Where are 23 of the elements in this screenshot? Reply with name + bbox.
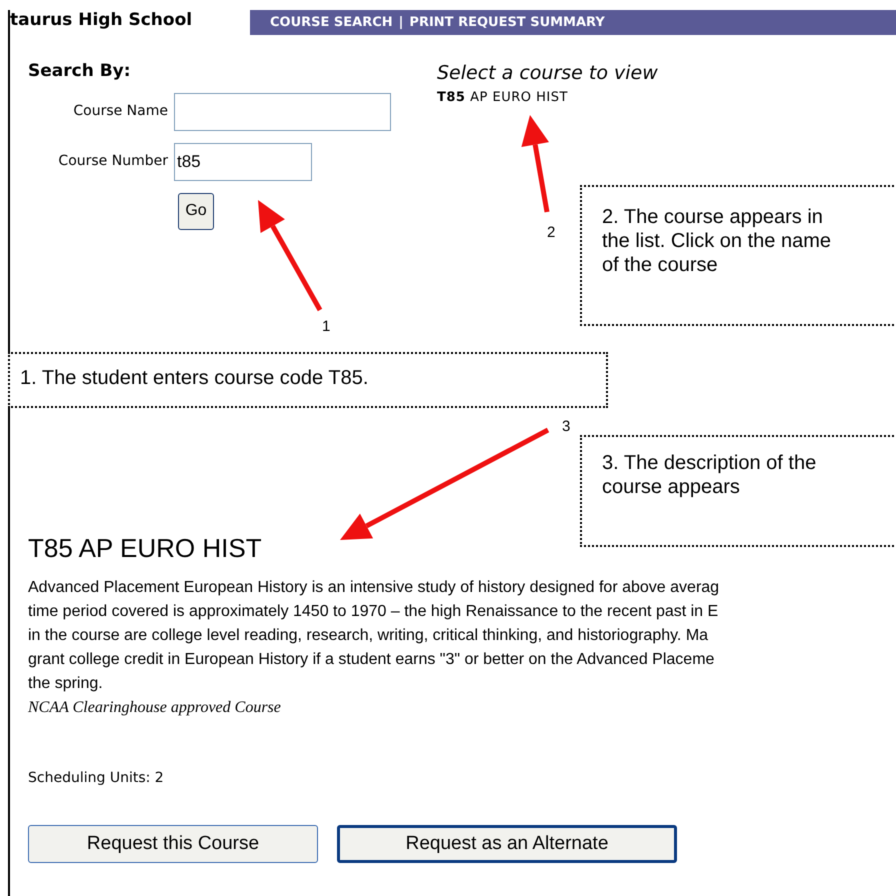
- request-button[interactable]: Request as an Alternate: [337, 825, 677, 863]
- course-link[interactable]: T85 AP EURO HIST: [437, 88, 658, 107]
- input-field[interactable]: [174, 92, 391, 130]
- annotation-number: 1: [322, 317, 330, 337]
- results-heading: Select a course to view: [437, 61, 658, 86]
- annotation-box: 2. The course appears in the list. Click on the name of the course: [580, 185, 896, 326]
- annotation-box: 1. The student enters course code T85.: [8, 352, 608, 408]
- nav-link[interactable]: PRINT REQUEST SUMMARY: [409, 12, 605, 32]
- request-button[interactable]: Request this Course: [28, 825, 318, 863]
- go-button[interactable]: Go: [178, 192, 214, 230]
- field-label: Course Number: [57, 152, 169, 171]
- annotation-box: 3. The description of the course appears: [580, 435, 896, 547]
- scheduling-units: Scheduling Units: 2: [28, 769, 165, 788]
- course-title: T85 AP EURO HIST: [28, 532, 263, 565]
- field-label: Course Name: [72, 102, 169, 121]
- annotation-number: 2: [547, 223, 556, 243]
- annotation-number: 3: [562, 417, 570, 437]
- input-field[interactable]: t85: [174, 142, 312, 180]
- course-note: NCAA Clearinghouse approved Course: [28, 698, 282, 718]
- course-description: Advanced Placement European History is an intensive study of history designed for above averag time period covered is approximately 1450 to 1970 – the high Renaissance to the recent past in E in the course are college level reading, research, writing, critical thinking, and historiography. Ma grant college credit in European History if a student earns "3" or better on the Advanced Placeme the spring.: [28, 578, 720, 694]
- nav-separator: |: [398, 14, 404, 32]
- nav-link[interactable]: COURSE SEARCH: [270, 12, 393, 32]
- search-heading: Search By:: [28, 60, 132, 83]
